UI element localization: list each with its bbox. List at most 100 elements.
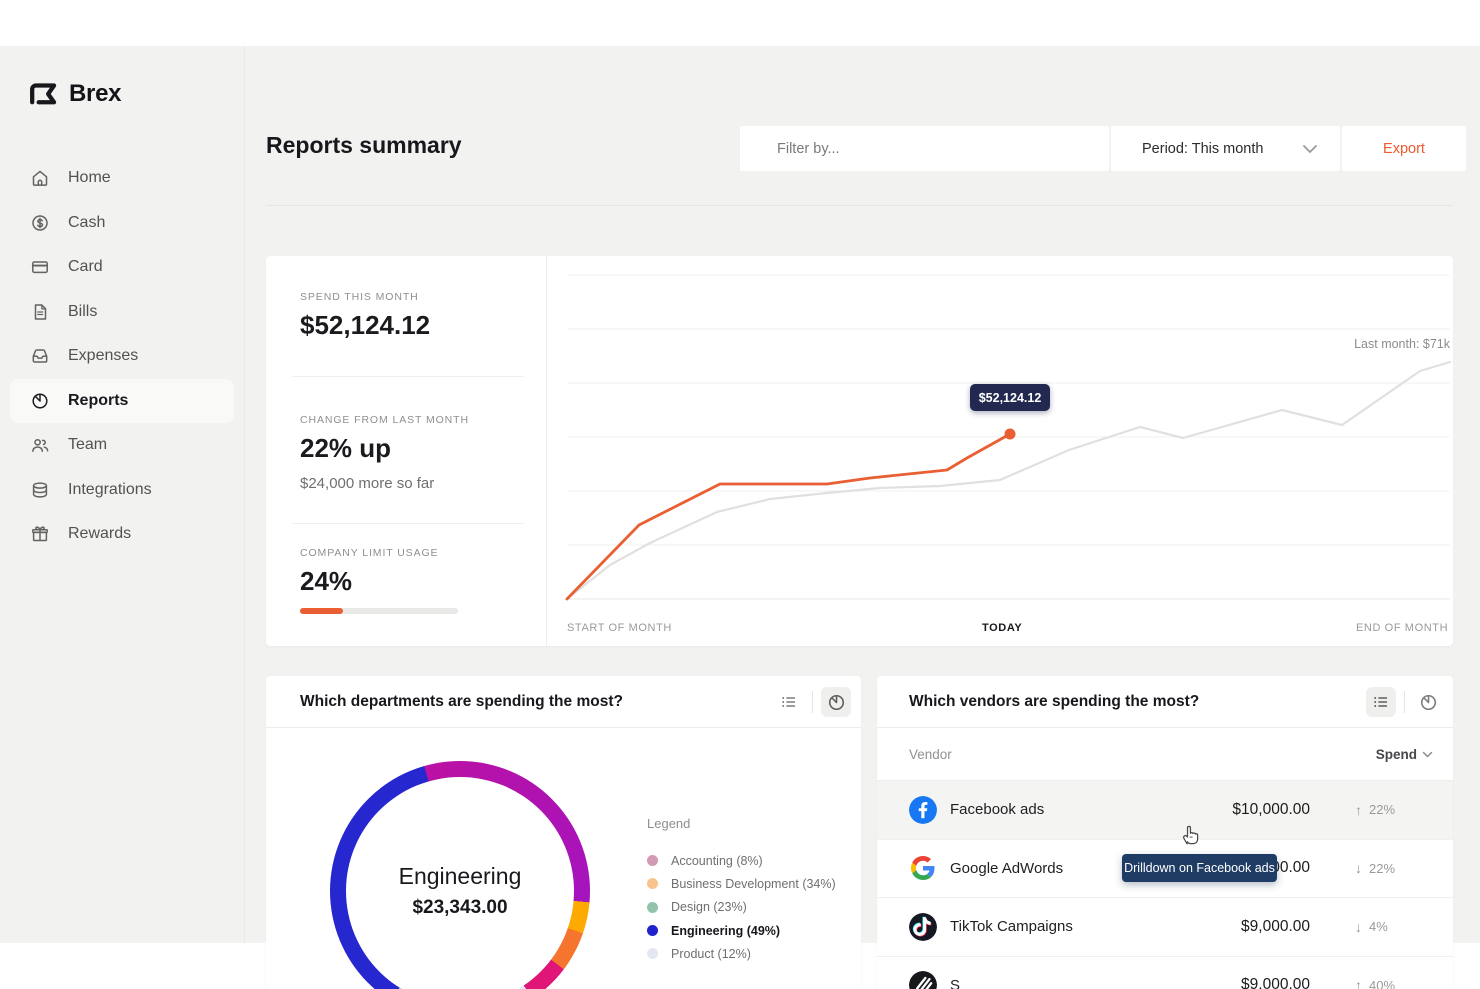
legend-label: Accounting (8%)	[671, 854, 763, 868]
departments-card: Which departments are spending the most?	[266, 676, 861, 989]
sidebar-item-home[interactable]: Home	[10, 156, 234, 201]
donut-center: Engineering $23,343.00	[346, 777, 574, 989]
limit-usage-progress-track	[300, 608, 458, 614]
sidebar-item-label: Integrations	[68, 481, 152, 499]
vendor-row[interactable]: S $9,000.00 ↑ 40%	[877, 957, 1453, 989]
arrow-up-icon: ↑	[1355, 802, 1362, 818]
export-button-label: Export	[1383, 141, 1425, 157]
chevron-down-icon	[1422, 751, 1433, 758]
stat-spend-this-month: SPEND THIS MONTH $52,124.12	[300, 291, 524, 341]
vendor-change: ↓ 4%	[1355, 919, 1433, 935]
vendor-amount: $9,000.00	[1241, 976, 1310, 989]
this-month-line	[567, 434, 1010, 599]
vendors-card-title: Which vendors are spending the most?	[909, 693, 1199, 711]
vendors-card: Which vendors are spending the most?	[877, 676, 1453, 989]
striped-logo	[909, 971, 937, 989]
vendor-name: TikTok Campaigns	[950, 918, 1073, 935]
sidebar-item-expenses[interactable]: Expenses	[10, 334, 234, 379]
list-view-button[interactable]	[1366, 687, 1396, 717]
legend-dot	[647, 925, 658, 936]
home-icon	[30, 168, 50, 188]
brex-logo[interactable]: Brex	[28, 80, 121, 108]
stat-subtext: $24,000 more so far	[300, 475, 524, 492]
spend-line-chart[interactable]	[546, 256, 1453, 612]
sidebar-item-cash[interactable]: Cash	[10, 201, 234, 246]
reports-icon	[30, 391, 50, 411]
expenses-icon	[30, 346, 50, 366]
sidebar-item-integrations[interactable]: Integrations	[10, 468, 234, 513]
legend-item[interactable]: Engineering (49%)	[647, 919, 836, 942]
sidebar-item-reports[interactable]: Reports	[10, 379, 234, 424]
brex-logo-mark-icon	[28, 81, 60, 107]
pie-view-button[interactable]	[1413, 687, 1443, 717]
legend-dot	[647, 855, 658, 866]
vendor-change-pct: 22%	[1369, 861, 1395, 876]
sidebar-item-team[interactable]: Team	[10, 423, 234, 468]
divider	[812, 691, 813, 713]
sidebar-item-bills[interactable]: Bills	[10, 290, 234, 335]
sidebar-item-label: Rewards	[68, 525, 131, 543]
divider	[1404, 691, 1405, 713]
legend-label: Engineering (49%)	[671, 924, 780, 938]
list-icon	[780, 693, 798, 711]
pie-chart-icon	[1419, 693, 1438, 712]
column-header-spend-label: Spend	[1376, 747, 1417, 762]
filter-input[interactable]: Filter by...	[740, 126, 1109, 171]
departments-view-toggle	[774, 676, 851, 728]
page-title: Reports summary	[266, 132, 462, 159]
departments-card-header: Which departments are spending the most?	[266, 676, 861, 728]
rewards-icon	[30, 524, 50, 544]
x-axis-label-today: TODAY	[982, 622, 1022, 634]
google-logo	[909, 854, 937, 882]
list-view-button[interactable]	[774, 687, 804, 717]
legend-item[interactable]: Accounting (8%)	[647, 849, 836, 872]
vendor-name: S	[950, 977, 960, 989]
pie-view-button[interactable]	[821, 687, 851, 717]
legend-title: Legend	[647, 816, 836, 831]
donut-center-value: $23,343.00	[412, 897, 507, 919]
x-axis-label-end: END OF MONTH	[1356, 622, 1448, 634]
sidebar-item-card[interactable]: Card	[10, 245, 234, 290]
sidebar-item-label: Card	[68, 258, 103, 276]
vendor-row[interactable]: Facebook ads $10,000.00 ↑ 22%	[877, 781, 1453, 840]
legend-dot	[647, 902, 658, 913]
departments-legend: Legend Accounting (8%) Business Developm…	[647, 816, 836, 965]
mouse-cursor-icon	[1177, 822, 1202, 847]
stat-label: CHANGE FROM LAST MONTH	[300, 414, 524, 426]
departments-card-title: Which departments are spending the most?	[300, 693, 623, 711]
column-header-spend-sort[interactable]: Spend	[1376, 747, 1433, 762]
donut-center-label: Engineering	[399, 863, 522, 890]
sidebar-item-rewards[interactable]: Rewards	[10, 512, 234, 557]
vendor-change-pct: 40%	[1369, 978, 1395, 989]
card-icon	[30, 257, 50, 277]
chevron-down-icon	[1302, 144, 1318, 154]
vendor-row[interactable]: TikTok Campaigns $9,000.00 ↓ 4%	[877, 898, 1453, 957]
vendor-change: ↑ 22%	[1355, 802, 1433, 818]
sidebar-nav: Home Cash Card Bills Expenses Reports Te…	[10, 156, 234, 557]
vendor-change: ↓ 22%	[1355, 860, 1433, 876]
vendors-table-header: Vendor Spend	[877, 728, 1453, 781]
departments-donut-chart[interactable]: Engineering $23,343.00	[330, 761, 590, 989]
legend-item[interactable]: Design (23%)	[647, 896, 836, 919]
list-icon	[1372, 693, 1390, 711]
export-button[interactable]: Export	[1342, 126, 1466, 171]
arrow-down-icon: ↓	[1355, 919, 1362, 935]
legend-dot	[647, 948, 658, 959]
sidebar-item-label: Team	[68, 436, 107, 454]
stat-label: COMPANY LIMIT USAGE	[300, 547, 524, 559]
current-point-marker[interactable]	[1005, 429, 1016, 440]
cash-icon	[30, 213, 50, 233]
tiktok-logo	[909, 913, 937, 941]
legend-label: Design (23%)	[671, 900, 747, 914]
stat-change-from-last-month: CHANGE FROM LAST MONTH 22% up $24,000 mo…	[300, 414, 524, 492]
legend-item[interactable]: Business Development (34%)	[647, 872, 836, 895]
period-dropdown[interactable]: Period: This month	[1111, 126, 1340, 171]
vendors-view-toggle	[1366, 676, 1443, 728]
sidebar-item-label: Cash	[68, 214, 105, 232]
legend-label: Business Development (34%)	[671, 877, 836, 891]
legend-item[interactable]: Product (12%)	[647, 942, 836, 965]
sidebar-item-label: Reports	[68, 392, 128, 410]
stat-value: $52,124.12	[300, 310, 524, 341]
sidebar-item-label: Home	[68, 169, 111, 187]
legend-dot	[647, 878, 658, 889]
